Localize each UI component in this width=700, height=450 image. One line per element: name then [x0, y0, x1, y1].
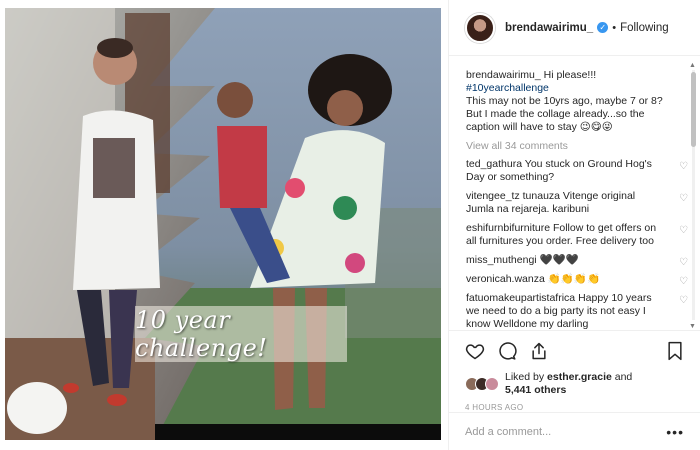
comment-like-heart-icon[interactable]: ♡ [679, 294, 688, 307]
likes-summary: Liked by esther.gracie and 5,441 others [465, 371, 684, 397]
add-comment-input[interactable]: Add a comment... [465, 426, 551, 438]
comment-row: eshifurnbifurniture Follow to get offers… [466, 222, 688, 248]
comment-row: fatuomakeupartistafrica Happy 10 years w… [466, 292, 688, 329]
liker-avatars [465, 377, 499, 391]
post-side-panel: brendawairimu_ ✓ • Following brendawairi… [448, 0, 700, 450]
caption-username[interactable]: brendawairimu_ [466, 69, 541, 81]
post-header: brendawairimu_ ✓ • Following [449, 0, 700, 56]
collage-overlay-text: 10 year challenge! [135, 306, 347, 362]
caption-hashtag[interactable]: #10yearchallenge [466, 82, 549, 94]
comment-like-heart-icon[interactable]: ♡ [679, 160, 688, 173]
post-caption: brendawairimu_ Hi please!!! #10yearchall… [466, 69, 676, 134]
more-options-icon[interactable]: ••• [666, 424, 684, 440]
comment-username[interactable]: miss_muthengi [466, 254, 537, 266]
heart-icon[interactable] [465, 341, 485, 361]
header-separator: • [612, 21, 617, 34]
comment-row: miss_muthengi 🖤🖤🖤 ♡ [466, 254, 688, 268]
comments-scrollbar[interactable]: ▲ ▼ [689, 62, 698, 330]
comment-username[interactable]: vitengee_tz [466, 190, 520, 202]
comment-text: 🖤🖤🖤 [539, 254, 579, 266]
post-media[interactable]: 10 year challenge! [0, 0, 448, 450]
comment-row: ted_gathura You stuck on Ground Hog's Da… [466, 158, 688, 184]
comment-like-heart-icon[interactable]: ♡ [679, 275, 688, 288]
comment-row: veronicah.wanza 👏👏👏👏 ♡ [466, 273, 688, 287]
likes-prefix: Liked by [505, 371, 545, 383]
scroll-down-arrow-icon[interactable]: ▼ [689, 323, 696, 330]
scroll-up-arrow-icon[interactable]: ▲ [689, 62, 696, 69]
post-timestamp[interactable]: 4 HOURS AGO [465, 403, 684, 412]
action-icons-row [465, 339, 684, 363]
comment-row: vitengee_tz tunauza Vitenge original Jum… [466, 190, 688, 216]
collage-illustration [5, 8, 441, 440]
scrollbar-thumb[interactable] [691, 72, 696, 147]
likes-text: Liked by esther.gracie and 5,441 others [505, 371, 632, 397]
post-image: 10 year challenge! [5, 8, 441, 440]
comment-icon[interactable] [497, 341, 517, 361]
comment-username[interactable]: veronicah.wanza [466, 273, 545, 285]
comment-username[interactable]: fatuomakeupartistafrica [466, 292, 575, 304]
comment-text: 👏👏👏👏 [547, 273, 601, 285]
comments-list[interactable]: brendawairimu_ Hi please!!! #10yearchall… [449, 57, 700, 329]
likes-user[interactable]: esther.gracie [547, 371, 612, 383]
comment-like-heart-icon[interactable]: ♡ [679, 224, 688, 237]
post-actions: Liked by esther.gracie and 5,441 others … [449, 330, 700, 412]
view-all-comments-link[interactable]: View all 34 comments [466, 140, 676, 152]
comment-like-heart-icon[interactable]: ♡ [679, 256, 688, 269]
add-comment-bar: Add a comment... ••• [449, 412, 700, 450]
likes-count[interactable]: 5,441 others [505, 384, 566, 396]
comment-username[interactable]: ted_gathura [466, 158, 522, 170]
avatar[interactable] [485, 377, 499, 391]
bookmark-icon[interactable] [666, 341, 684, 361]
following-button[interactable]: Following [620, 22, 669, 34]
header-username[interactable]: brendawairimu_ [505, 22, 593, 34]
likes-and: and [614, 371, 633, 383]
verified-badge-icon: ✓ [597, 22, 609, 33]
caption-text-1: Hi please!!! [543, 69, 597, 81]
caption-text-2: This may not be 10yrs ago, maybe 7 or 8?… [466, 95, 663, 133]
comment-like-heart-icon[interactable]: ♡ [679, 192, 688, 205]
avatar[interactable] [465, 12, 495, 43]
comment-username[interactable]: eshifurnbifurniture [466, 222, 550, 234]
share-icon[interactable] [529, 341, 549, 361]
